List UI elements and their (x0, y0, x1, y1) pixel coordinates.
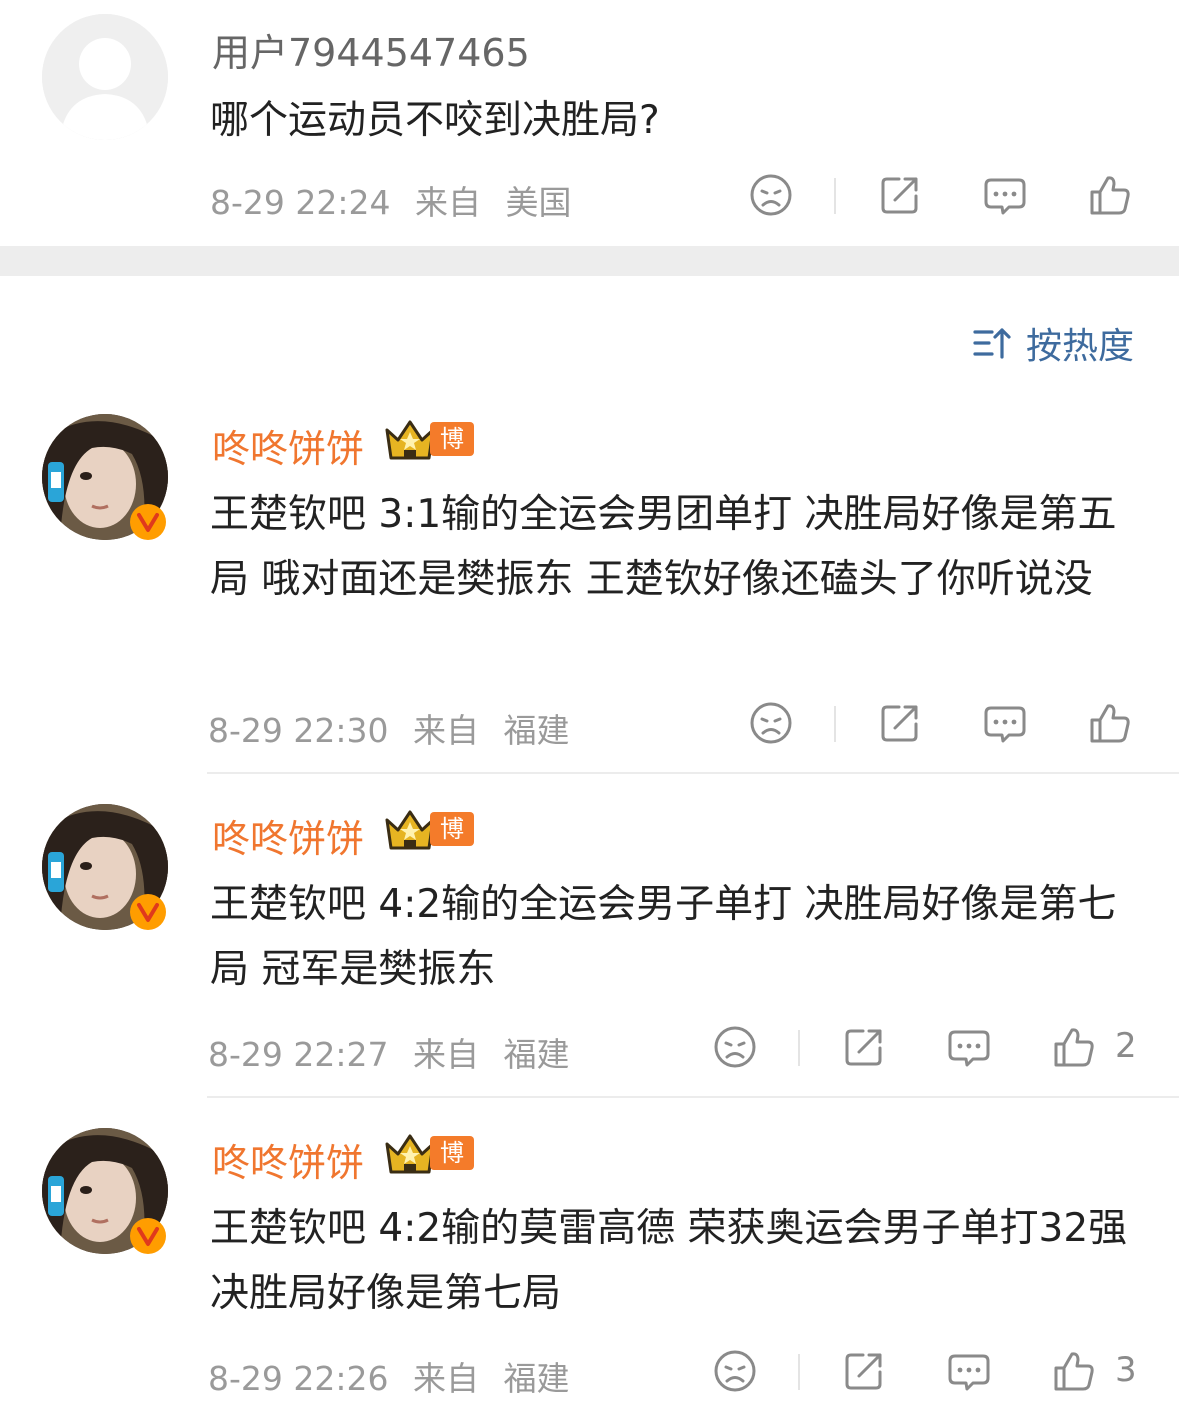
original-post: 用户7944547465 哪个运动员不咬到决胜局? 8-29 22:24 来自 … (0, 0, 1179, 242)
comment-divider (207, 1096, 1179, 1098)
comment-actions: 2 (0, 1024, 1179, 1074)
crown-icon (384, 1132, 436, 1176)
default-avatar-icon (42, 14, 168, 140)
post-actions (0, 172, 1179, 222)
comment-bubble-icon[interactable] (982, 172, 1028, 218)
thumbs-up-icon[interactable] (1051, 1348, 1097, 1394)
comment-username[interactable]: 咚咚饼饼 (212, 1132, 364, 1187)
sort-icon (972, 323, 1012, 363)
verified-icon (128, 502, 168, 542)
divider (834, 178, 836, 214)
comment-text: 王楚钦吧 4:2输的全运会男子单打 决胜局好像是第七局 冠军是樊振东 (210, 882, 1117, 992)
sad-face-icon[interactable] (748, 172, 794, 218)
like-count: 3 (1115, 1350, 1137, 1390)
post-username[interactable]: 用户7944547465 (212, 22, 530, 77)
thumbs-up-icon[interactable] (1051, 1024, 1097, 1070)
share-icon[interactable] (841, 1024, 887, 1070)
comment-bubble-icon[interactable] (946, 1348, 992, 1394)
badge-label: 博主 (430, 1136, 474, 1201)
thumbs-up-icon[interactable] (1087, 700, 1133, 746)
sort-label: 按热度 (1025, 326, 1134, 367)
share-icon[interactable] (841, 1348, 887, 1394)
avatar[interactable] (42, 14, 168, 140)
comment-actions (0, 700, 1179, 750)
divider (798, 1354, 800, 1390)
comment-item: 咚咚饼饼 博主 王楚钦吧 3:1输的全运会男团单打 决胜局好像是第五局 哦对面还… (0, 410, 1179, 772)
post-text: 哪个运动员不咬到决胜局? (210, 98, 660, 143)
comment-username[interactable]: 咚咚饼饼 (212, 418, 364, 473)
badge-label: 博主 (430, 812, 474, 877)
divider (834, 706, 836, 742)
verified-icon (128, 892, 168, 932)
badge-label: 博主 (430, 422, 474, 487)
crown-icon (384, 418, 436, 462)
like-count: 2 (1115, 1026, 1137, 1066)
divider (798, 1030, 800, 1066)
comment-text: 王楚钦吧 4:2输的莫雷高德 荣获奥运会男子单打32强 决胜局好像是第七局 (210, 1206, 1128, 1316)
verified-icon (128, 1216, 168, 1256)
comment-bubble-icon[interactable] (946, 1024, 992, 1070)
share-icon[interactable] (877, 172, 923, 218)
comment-divider (207, 772, 1179, 774)
comment-item: 咚咚饼饼 博主 王楚钦吧 4:2输的全运会男子单打 决胜局好像是第七局 冠军是樊… (0, 800, 1179, 1096)
sort-button[interactable]: 按热度 (972, 318, 1134, 368)
comment-text: 王楚钦吧 3:1输的全运会男团单打 决胜局好像是第五局 哦对面还是樊振东 王楚钦… (210, 492, 1117, 602)
sad-face-icon[interactable] (712, 1024, 758, 1070)
comment-item: 咚咚饼饼 博主 王楚钦吧 4:2输的莫雷高德 荣获奥运会男子单打32强 决胜局好… (0, 1124, 1179, 1419)
crown-icon (384, 808, 436, 852)
sad-face-icon[interactable] (712, 1348, 758, 1394)
comment-username[interactable]: 咚咚饼饼 (212, 808, 364, 863)
thumbs-up-icon[interactable] (1087, 172, 1133, 218)
share-icon[interactable] (877, 700, 923, 746)
sad-face-icon[interactable] (748, 700, 794, 746)
comment-bubble-icon[interactable] (982, 700, 1028, 746)
section-divider (0, 246, 1179, 276)
comment-actions: 3 (0, 1348, 1179, 1398)
